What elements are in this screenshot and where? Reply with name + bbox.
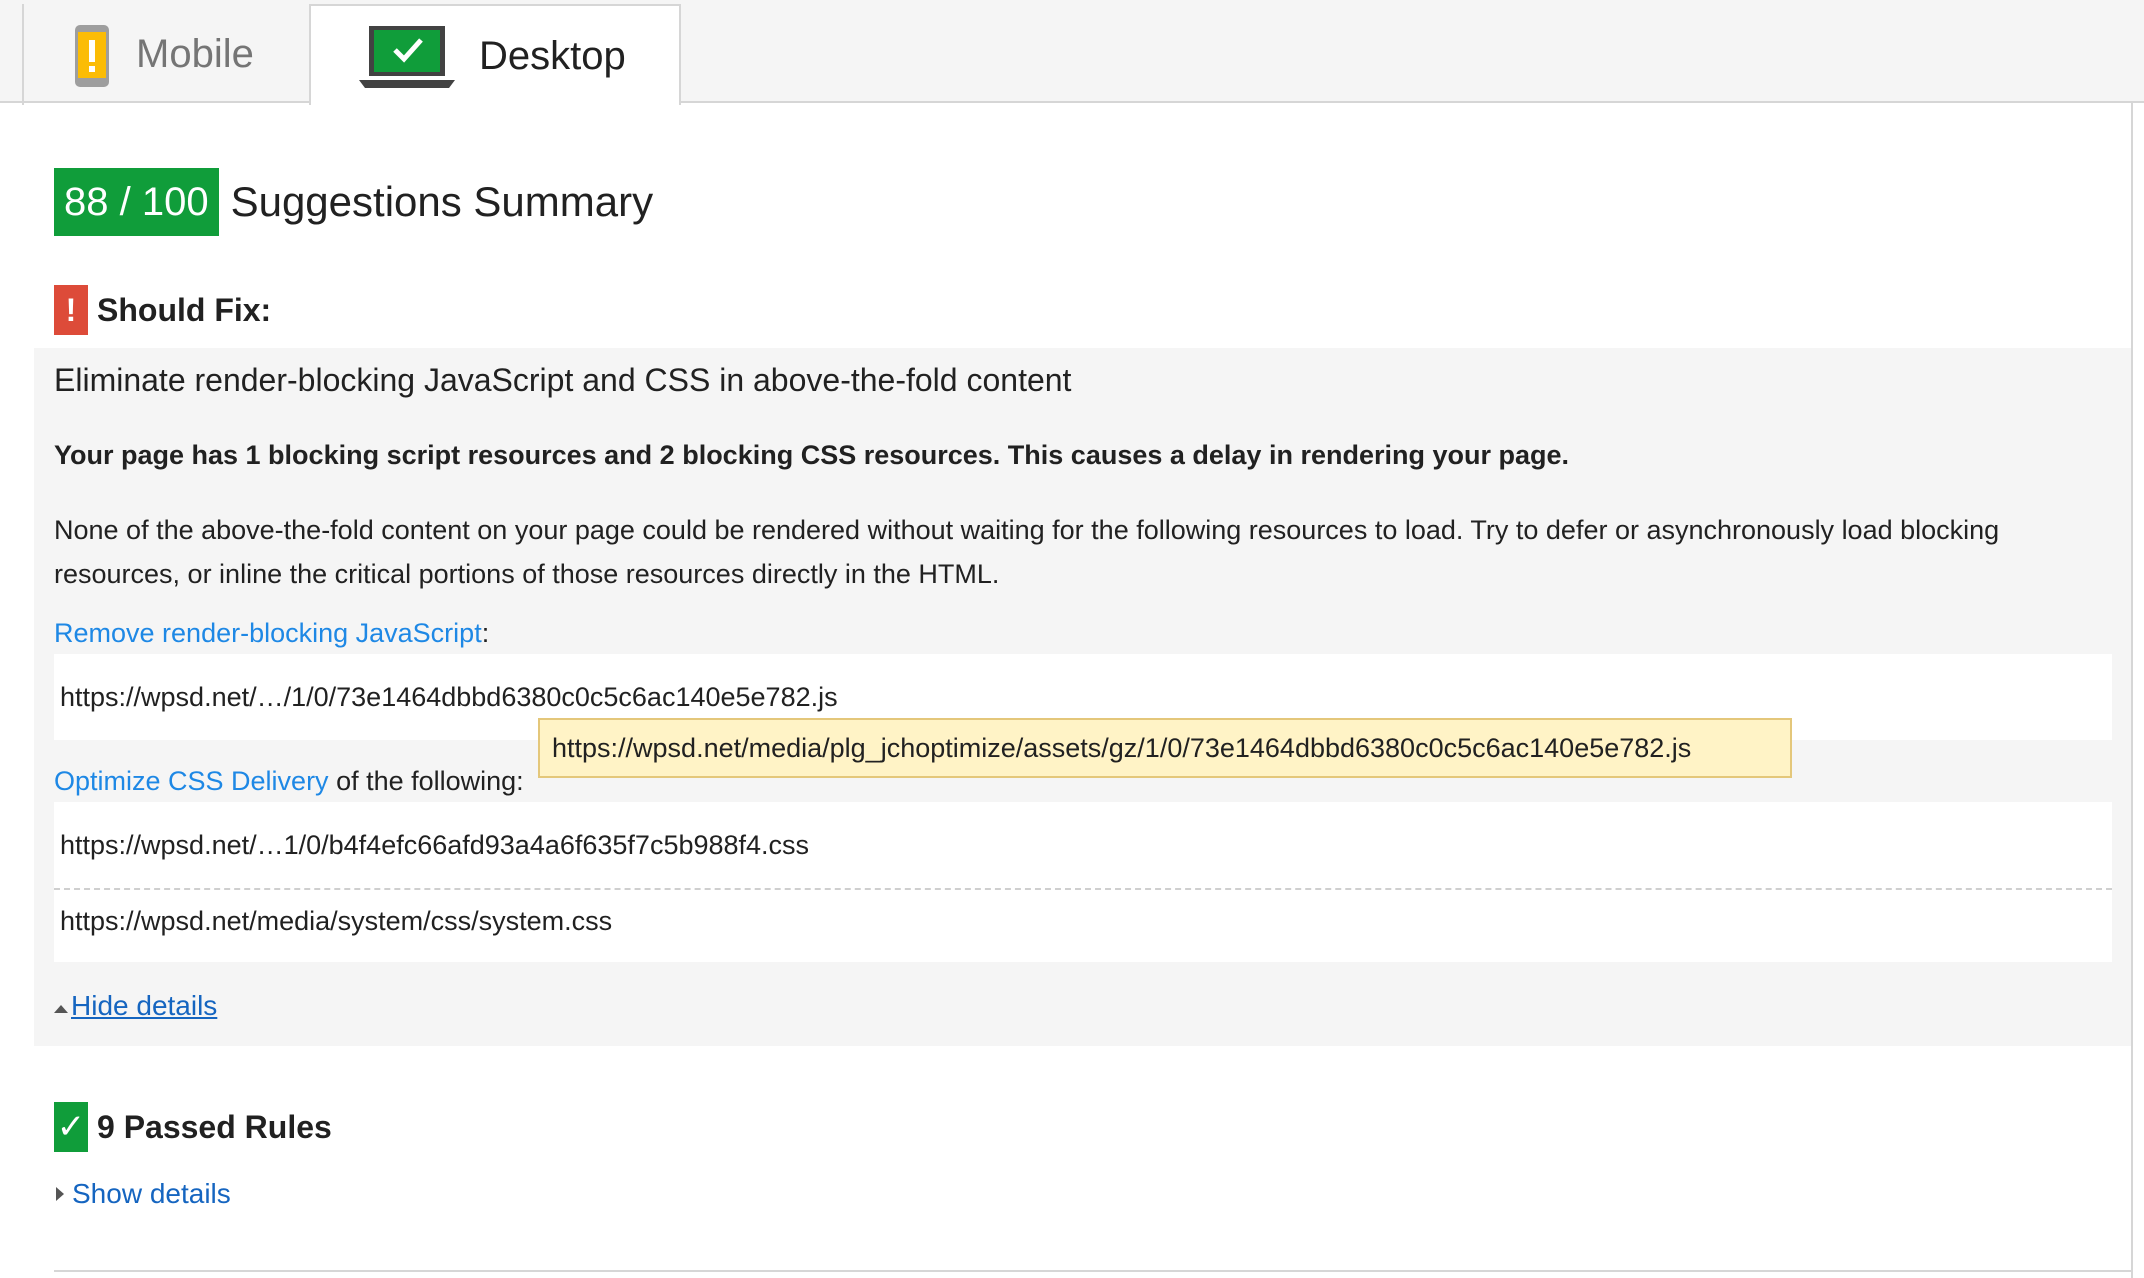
checkmark-icon: ✓ <box>54 1102 88 1152</box>
mobile-warning-icon <box>74 24 110 93</box>
url-item[interactable]: https://wpsd.net/media/system/css/system… <box>54 888 2112 962</box>
optimize-css-delivery-link[interactable]: Optimize CSS Delivery <box>54 766 329 796</box>
rule-summary: Your page has 1 blocking script resource… <box>54 440 1569 470</box>
should-fix-heading: ! Should Fix: <box>54 285 271 335</box>
caret-up-icon <box>54 1005 68 1013</box>
remove-render-blocking-js-link[interactable]: Remove render-blocking JavaScript <box>54 618 482 648</box>
js-subheading: Remove render-blocking JavaScript: <box>54 618 489 649</box>
page-title: Suggestions Summary <box>230 178 654 225</box>
score-header: 88 / 100 Suggestions Summary <box>54 168 653 236</box>
divider <box>54 1270 2131 1272</box>
score-badge: 88 / 100 <box>54 168 219 236</box>
hide-details-link[interactable]: Hide details <box>71 990 217 1022</box>
url-item[interactable]: https://wpsd.net/…1/0/b4f4efc66afd93a4a6… <box>54 802 2112 888</box>
css-subheading-suffix: of the following: <box>328 766 524 796</box>
caret-right-icon <box>56 1187 64 1201</box>
show-details-link[interactable]: Show details <box>72 1178 231 1210</box>
tab-desktop[interactable]: Desktop <box>309 4 681 105</box>
exclamation-icon: ! <box>54 285 88 335</box>
should-fix-title: Should Fix: <box>97 291 272 328</box>
show-details-toggle[interactable]: Show details <box>56 1178 231 1210</box>
passed-rules-heading: ✓ 9 Passed Rules <box>54 1102 332 1152</box>
panel-border <box>2131 103 2133 1278</box>
css-url-list: https://wpsd.net/…1/0/b4f4efc66afd93a4a6… <box>54 802 2112 962</box>
rule-title[interactable]: Eliminate render-blocking JavaScript and… <box>54 362 1071 399</box>
css-subheading: Optimize CSS Delivery of the following: <box>54 766 524 797</box>
js-subheading-suffix: : <box>481 618 490 648</box>
hide-details-toggle[interactable]: Hide details <box>54 990 217 1022</box>
tab-mobile-label: Mobile <box>136 32 254 76</box>
desktop-pass-icon <box>359 24 455 95</box>
url-tooltip: https://wpsd.net/media/plg_jchoptimize/a… <box>538 718 1792 778</box>
tab-bar: Mobile Desktop <box>0 0 2144 105</box>
passed-rules-title: 9 Passed Rules <box>97 1108 332 1145</box>
tab-mobile[interactable]: Mobile <box>22 4 305 105</box>
rule-description: None of the above-the-fold content on yo… <box>54 515 2000 589</box>
tab-desktop-label: Desktop <box>479 34 626 78</box>
